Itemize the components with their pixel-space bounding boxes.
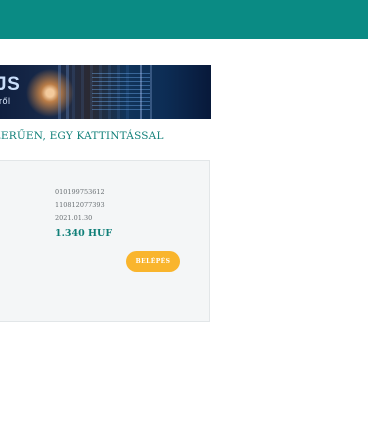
banner-heading: JS [0,74,21,95]
invoice-card: 010199753612 110812077393 2021.01.30 1.3… [0,160,210,322]
slogan-text: SZERŰEN, EGY KATTINTÁSSAL [0,130,164,142]
server-rack-line [58,65,61,119]
invoice-line-1: 010199753612 [55,188,105,196]
server-rack-line [150,65,152,119]
invoice-date: 2021.01.30 [55,214,93,222]
invoice-amount: 1.340 HUF [55,228,113,239]
login-button[interactable]: BELÉPÉS [126,251,180,272]
top-bar [0,0,368,39]
server-rack-line [66,65,69,119]
banner-subheading: tről [0,96,11,106]
hero-banner-image [0,65,211,119]
server-rack-line [140,65,142,119]
invoice-line-2: 110812077393 [55,201,105,209]
